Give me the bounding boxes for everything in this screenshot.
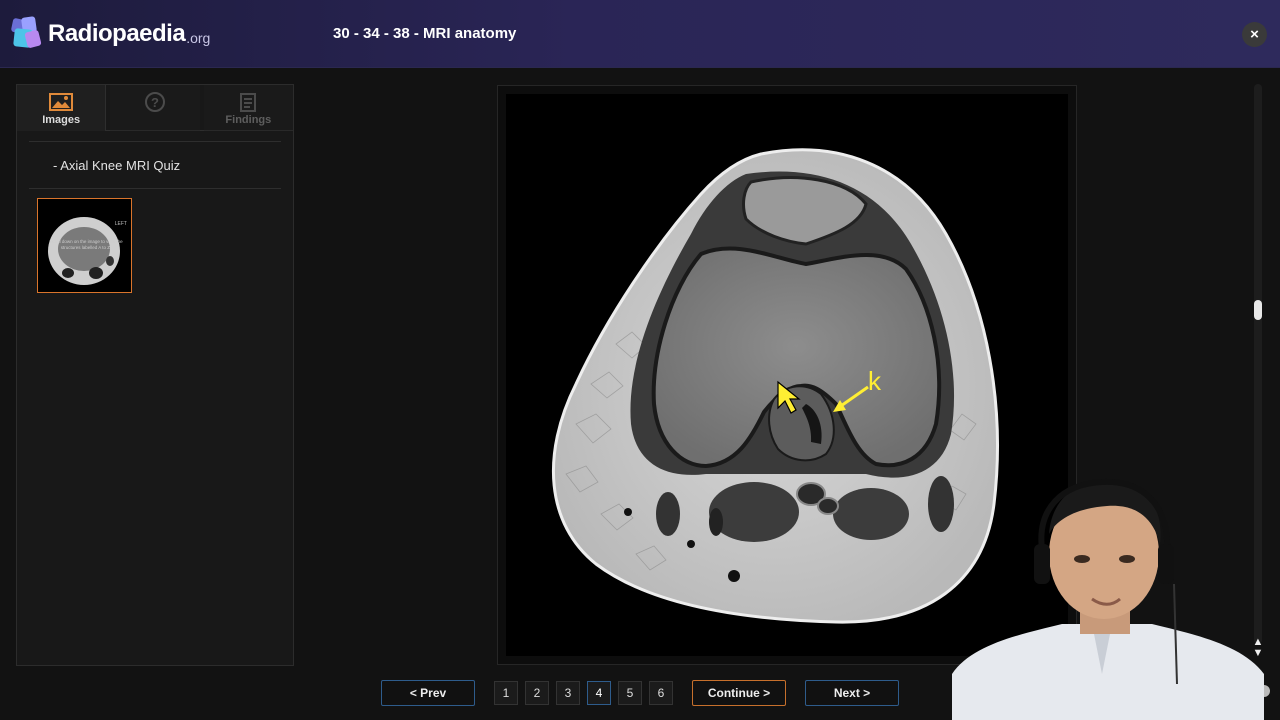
findings-icon [236,92,260,112]
tab-questions[interactable]: ? [110,85,200,131]
tab-images-label: Images [42,114,81,126]
radiopaedia-logo[interactable]: Radiopaedia .org [10,12,210,56]
close-button[interactable]: × [1242,22,1267,47]
sidebar: Images ? Findings - Axial Knee MRI Quiz … [16,84,294,666]
sidebar-tabs: Images ? Findings [17,85,293,131]
tab-images[interactable]: Images [17,85,107,131]
tab-findings-label: Findings [225,114,272,126]
page-2-button[interactable]: 2 [525,681,549,705]
question-icon: ? [143,92,167,112]
page-6-button[interactable]: 6 [649,681,673,705]
next-button[interactable]: Next > [805,680,899,706]
logo-text: Radiopaedia [48,20,186,47]
page-1-button[interactable]: 1 [494,681,518,705]
presenter-webcam [952,474,1264,720]
prev-button[interactable]: < Prev [381,680,475,706]
image-icon [49,92,74,112]
page-4-button[interactable]: 4 [587,681,611,705]
divider [29,141,281,142]
presenter-video-frame [952,478,1264,720]
thumbnail-caption: Scroll down on the image to view the str… [49,239,123,250]
continue-button[interactable]: Continue > [692,680,786,706]
svg-text:?: ? [151,95,159,110]
image-thumbnail[interactable]: LEFT Scroll down on the image to view th… [37,198,132,293]
page-title: 30 - 34 - 38 - MRI anatomy [333,25,517,42]
top-bar: Radiopaedia .org 30 - 34 - 38 - MRI anat… [0,0,1280,68]
logo-mark-icon [10,15,44,53]
logo-suffix: .org [186,30,211,46]
page-5-button[interactable]: 5 [618,681,642,705]
quiz-title[interactable]: - Axial Knee MRI Quiz [53,158,180,173]
image-scroll-thumb[interactable] [1254,300,1262,320]
thumbnail-side-tag: LEFT [114,221,127,227]
annotation-label: k [868,366,882,396]
tab-findings[interactable]: Findings [203,85,293,131]
divider [29,188,281,189]
page-3-button[interactable]: 3 [556,681,580,705]
